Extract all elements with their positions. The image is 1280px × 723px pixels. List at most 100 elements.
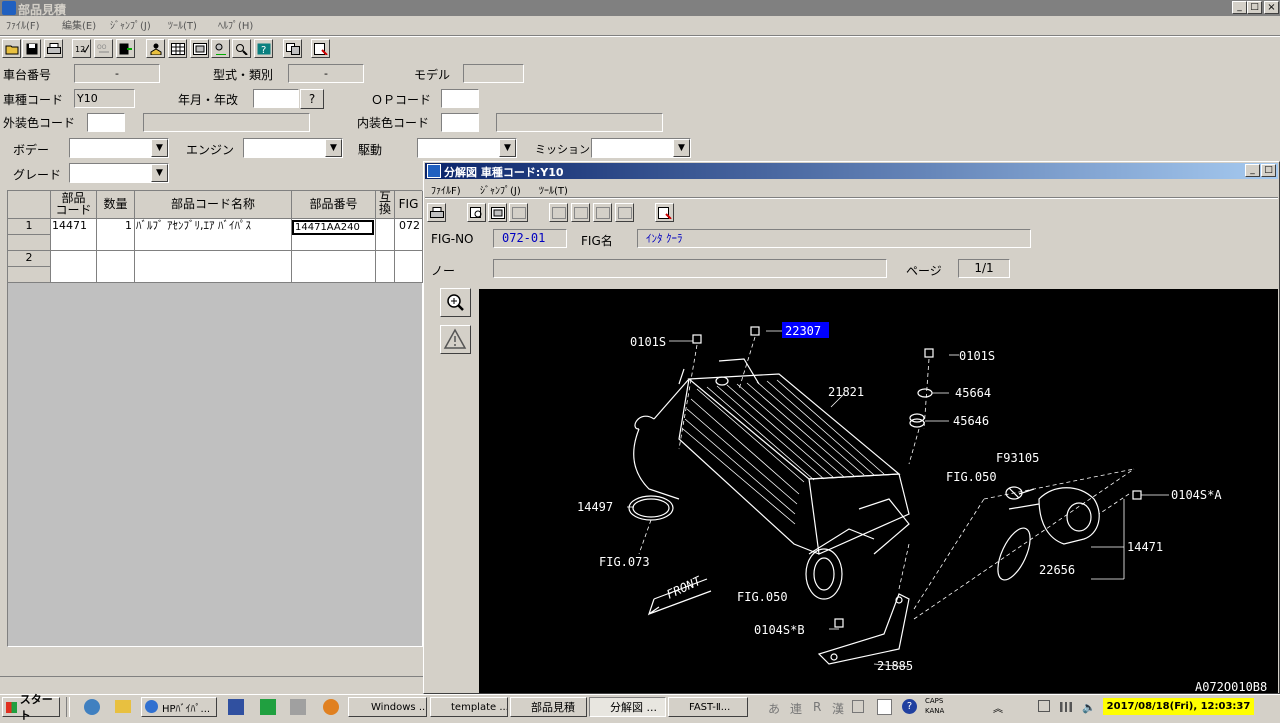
sub-maximize-button[interactable]: □ — [1261, 164, 1276, 177]
diagram-label[interactable]: FIG.073 — [599, 555, 650, 569]
diagram-label[interactable]: 45664 — [955, 386, 991, 400]
part-no-editor[interactable]: 14471AA240 — [292, 220, 374, 235]
export-icon[interactable] — [116, 39, 135, 58]
sub-title-bar[interactable]: 分解図 車種コード:Y10 _ □ — [425, 163, 1278, 179]
ext-color-input[interactable] — [87, 113, 125, 132]
ime-hiragana[interactable]: あ — [768, 700, 780, 717]
diagram-label-highlighted[interactable]: 22307 — [785, 324, 821, 338]
chevron-down-icon[interactable]: ▼ — [673, 139, 690, 157]
header-name[interactable]: 部品コード名称 — [135, 191, 292, 219]
sub-next-icon[interactable] — [593, 203, 612, 222]
diagram-label[interactable]: FIG.050 — [737, 590, 788, 604]
chevron-down-icon[interactable]: ▼ — [151, 164, 168, 182]
year-input[interactable] — [253, 89, 299, 108]
engine-select[interactable]: ▼ — [243, 138, 343, 158]
cell-interchange[interactable] — [376, 219, 395, 251]
diagram-label[interactable]: 21885 — [877, 659, 913, 673]
diagram-label[interactable]: F93105 — [996, 451, 1039, 465]
main-title-bar[interactable]: 部品見積 _ □ × — [0, 0, 1280, 17]
volume-icon[interactable]: 🔈 — [1082, 701, 1096, 714]
close-button[interactable]: × — [1264, 1, 1279, 14]
ime-tool-icon[interactable] — [877, 699, 892, 715]
diagram-label[interactable]: 21821 — [828, 385, 864, 399]
network-icon[interactable] — [1038, 700, 1050, 712]
zoom-in-button[interactable] — [440, 288, 471, 317]
op-code-input[interactable] — [441, 89, 479, 108]
ime-mode[interactable]: 連 — [790, 700, 802, 717]
print-icon[interactable] — [44, 39, 63, 58]
copy-icon[interactable] — [283, 39, 302, 58]
menu-jump[interactable]: ｼﾞｬﾝﾌﾟ(J) — [110, 17, 151, 32]
sub-prev-icon[interactable] — [571, 203, 590, 222]
diagram-label[interactable]: 0101S — [630, 335, 666, 349]
taskbar-button[interactable]: FAST-Ⅱ... — [668, 697, 748, 717]
cell-part-no[interactable]: 14471AA240 — [292, 219, 376, 251]
ime-pad-icon[interactable] — [852, 700, 864, 713]
parts-grid[interactable]: 部品 コード 数量 部品コード名称 部品番号 互 換 FIG 1 14471 1… — [7, 190, 423, 647]
check-icon[interactable]: 12 — [72, 39, 91, 58]
header-fig[interactable]: FIG — [395, 191, 423, 219]
cell-fig[interactable] — [395, 251, 423, 283]
menu-help[interactable]: ﾍﾙﾌﾟ(H) — [218, 17, 253, 32]
transfer-icon[interactable]: OO — [94, 39, 113, 58]
open-icon[interactable] — [2, 39, 21, 58]
cell-qty[interactable] — [97, 251, 135, 283]
excel-icon[interactable] — [260, 699, 276, 715]
minimize-button[interactable]: _ — [1232, 1, 1247, 14]
diagram-label[interactable]: 0104S*B — [754, 623, 805, 637]
taskbar-button[interactable]: template ... — [430, 697, 508, 717]
cell-qty[interactable]: 1 — [97, 219, 135, 251]
cell-name[interactable]: ﾊﾞﾙﾌﾞ ｱｾﾝﾌﾞﾘ,ｴｱ ﾊﾞｲﾊﾟｽ — [135, 219, 292, 251]
help-icon[interactable]: ? — [902, 699, 917, 714]
maximize-button[interactable]: □ — [1247, 1, 1262, 14]
table-icon[interactable] — [168, 39, 187, 58]
chevron-down-icon[interactable]: ▼ — [151, 139, 168, 157]
ime-roman[interactable]: R — [813, 700, 821, 714]
sub-minimize-button[interactable]: _ — [1245, 164, 1260, 177]
body-select[interactable]: ▼ — [69, 138, 169, 158]
sub-menu-jump[interactable]: ｼﾞｬﾝﾌﾟ(J) — [480, 182, 521, 197]
printer-icon[interactable] — [290, 699, 306, 715]
search-user-icon[interactable] — [211, 39, 230, 58]
signal-icon[interactable] — [1060, 702, 1072, 712]
diagram-label[interactable]: 0101S — [959, 349, 995, 363]
start-button[interactable]: スタート — [2, 693, 60, 722]
sub-print-icon[interactable] — [427, 203, 446, 222]
quicklaunch-icon[interactable] — [84, 699, 100, 715]
chevron-down-icon[interactable]: ▼ — [325, 139, 342, 157]
help-icon[interactable]: ? — [254, 39, 273, 58]
taskbar-button[interactable]: 部品見積 — [510, 697, 587, 717]
grade-select[interactable]: ▼ — [69, 163, 169, 183]
sub-first-icon[interactable] — [549, 203, 568, 222]
sub-report-icon[interactable] — [655, 203, 674, 222]
window-icon[interactable] — [190, 39, 209, 58]
cell-fig[interactable]: 072 — [395, 219, 423, 251]
header-part-code[interactable]: 部品 コード — [51, 191, 97, 219]
row-number[interactable]: 2 — [8, 251, 51, 267]
folder-icon[interactable] — [115, 700, 131, 713]
diagram-label[interactable]: 14471 — [1127, 540, 1163, 554]
header-interchange[interactable]: 互 換 — [376, 191, 395, 219]
diagram-label[interactable]: 45646 — [953, 414, 989, 428]
sub-list-icon[interactable] — [509, 203, 528, 222]
lookup-icon[interactable] — [232, 39, 251, 58]
header-part-no[interactable]: 部品番号 — [292, 191, 376, 219]
menu-edit[interactable]: 編集(E) — [62, 17, 96, 32]
menu-file[interactable]: ﾌｧｲﾙ(F) — [6, 17, 40, 32]
drive-select[interactable]: ▼ — [417, 138, 517, 158]
save-icon[interactable] — [22, 39, 41, 58]
row-number[interactable]: 1 — [8, 219, 51, 235]
header-qty[interactable]: 数量 — [97, 191, 135, 219]
clock[interactable]: 2017/08/18(Fri), 12:03:37 — [1103, 698, 1254, 715]
cell-name[interactable] — [135, 251, 292, 283]
cell-interchange[interactable] — [376, 251, 395, 283]
mission-select[interactable]: ▼ — [591, 138, 691, 158]
sub-window-icon[interactable] — [488, 203, 507, 222]
media-icon[interactable] — [323, 699, 339, 715]
diagram-label[interactable]: 14497 — [577, 500, 613, 514]
sub-menu-file[interactable]: ﾌｧｲﾙF) — [431, 182, 461, 197]
diagram-label[interactable]: 0104S*A — [1171, 488, 1222, 502]
taskbar-button[interactable]: Windows ... — [348, 697, 427, 717]
sub-menu-tool[interactable]: ﾂｰﾙ(T) — [539, 182, 568, 197]
tray-expand-icon[interactable]: ︽ — [993, 700, 1003, 715]
